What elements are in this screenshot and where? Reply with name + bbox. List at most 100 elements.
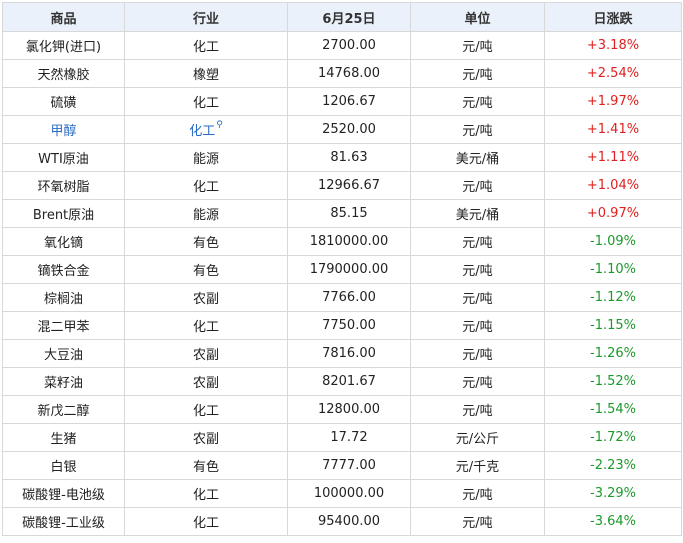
header-change: 日涨跌 <box>544 2 682 32</box>
change-cell: -1.72% <box>544 423 682 452</box>
industry-cell: 农副 <box>124 367 288 396</box>
table-row: 新戊二醇 化工 12800.00 元/吨 -1.54% <box>2 395 682 424</box>
price-cell: 17.72 <box>287 423 411 452</box>
industry-link-text[interactable]: 化工 <box>189 124 215 139</box>
change-cell: +0.97% <box>544 199 682 228</box>
price-cell: 100000.00 <box>287 479 411 508</box>
industry-cell: 农副 <box>124 339 288 368</box>
change-cell: -1.15% <box>544 311 682 340</box>
change-cell: -1.09% <box>544 227 682 256</box>
unit-cell: 美元/桶 <box>410 143 545 172</box>
price-cell: 1790000.00 <box>287 255 411 284</box>
product-cell: 棕榈油 <box>2 283 125 312</box>
product-cell: WTI原油 <box>2 143 125 172</box>
unit-cell: 元/吨 <box>410 31 545 60</box>
table-row: 镝铁合金 有色 1790000.00 元/吨 -1.10% <box>2 255 682 284</box>
industry-cell: 能源 <box>124 199 288 228</box>
header-unit: 单位 <box>410 2 545 32</box>
industry-cell: 化工 <box>124 311 288 340</box>
table-row: 氧化镝 有色 1810000.00 元/吨 -1.09% <box>2 227 682 256</box>
change-cell: +3.18% <box>544 31 682 60</box>
unit-cell: 元/吨 <box>410 395 545 424</box>
table-row: 碳酸锂-电池级 化工 100000.00 元/吨 -3.29% <box>2 479 682 508</box>
change-cell: -1.10% <box>544 255 682 284</box>
price-cell: 7766.00 <box>287 283 411 312</box>
product-cell: 天然橡胶 <box>2 59 125 88</box>
table-row: WTI原油 能源 81.63 美元/桶 +1.11% <box>2 143 682 172</box>
industry-cell: 有色 <box>124 227 288 256</box>
product-cell: 氧化镝 <box>2 227 125 256</box>
price-cell: 1206.67 <box>287 87 411 116</box>
unit-cell: 元/吨 <box>410 479 545 508</box>
product-cell: 菜籽油 <box>2 367 125 396</box>
table-row: 棕榈油 农副 7766.00 元/吨 -1.12% <box>2 283 682 312</box>
header-product: 商品 <box>2 2 125 32</box>
price-cell: 14768.00 <box>287 59 411 88</box>
unit-cell: 元/吨 <box>410 227 545 256</box>
table-row: 硫磺 化工 1206.67 元/吨 +1.97% <box>2 87 682 116</box>
product-cell: 硫磺 <box>2 87 125 116</box>
header-row: 商品 行业 6月25日 单位 日涨跌 <box>2 2 682 32</box>
table-row: 甲醇 化工⚲ 2520.00 元/吨 +1.41% <box>2 115 682 144</box>
change-cell: +2.54% <box>544 59 682 88</box>
change-cell: -3.64% <box>544 507 682 536</box>
unit-cell: 元/吨 <box>410 115 545 144</box>
header-date: 6月25日 <box>287 2 411 32</box>
change-cell: -1.26% <box>544 339 682 368</box>
table-row: 碳酸锂-工业级 化工 95400.00 元/吨 -3.64% <box>2 507 682 536</box>
unit-cell: 元/吨 <box>410 507 545 536</box>
change-cell: -1.54% <box>544 395 682 424</box>
table-row: 大豆油 农副 7816.00 元/吨 -1.26% <box>2 339 682 368</box>
unit-cell: 元/吨 <box>410 339 545 368</box>
commodity-table-container: 商品 行业 6月25日 单位 日涨跌 氯化钾(进口) 化工 2700.00 元/吨 +3… <box>2 2 682 536</box>
product-cell: 生猪 <box>2 423 125 452</box>
unit-cell: 美元/桶 <box>410 199 545 228</box>
product-cell: 大豆油 <box>2 339 125 368</box>
product-cell: 白银 <box>2 451 125 480</box>
change-cell: +1.97% <box>544 87 682 116</box>
table-row: 白银 有色 7777.00 元/千克 -2.23% <box>2 451 682 480</box>
product-cell: 混二甲苯 <box>2 311 125 340</box>
industry-cell: 有色 <box>124 255 288 284</box>
change-cell: +1.04% <box>544 171 682 200</box>
product-cell: 新戊二醇 <box>2 395 125 424</box>
industry-cell: 化工 <box>124 507 288 536</box>
unit-cell: 元/吨 <box>410 171 545 200</box>
industry-cell: 化工 <box>124 171 288 200</box>
product-cell[interactable]: 甲醇 <box>2 115 125 144</box>
unit-cell: 元/吨 <box>410 87 545 116</box>
change-cell: +1.41% <box>544 115 682 144</box>
industry-cell: 橡塑 <box>124 59 288 88</box>
commodity-price-table: 商品 行业 6月25日 单位 日涨跌 氯化钾(进口) 化工 2700.00 元/吨 +3… <box>2 2 682 536</box>
industry-cell: 化工 <box>124 31 288 60</box>
product-cell: 氯化钾(进口) <box>2 31 125 60</box>
industry-cell: 化工 <box>124 87 288 116</box>
unit-cell: 元/吨 <box>410 367 545 396</box>
change-cell: -2.23% <box>544 451 682 480</box>
industry-cell: 化工 <box>124 395 288 424</box>
table-row: 环氧树脂 化工 12966.67 元/吨 +1.04% <box>2 171 682 200</box>
price-cell: 85.15 <box>287 199 411 228</box>
price-cell: 2520.00 <box>287 115 411 144</box>
price-cell: 95400.00 <box>287 507 411 536</box>
table-row: 菜籽油 农副 8201.67 元/吨 -1.52% <box>2 367 682 396</box>
price-cell: 2700.00 <box>287 31 411 60</box>
header-industry: 行业 <box>124 2 288 32</box>
product-cell: 碳酸锂-工业级 <box>2 507 125 536</box>
change-cell: +1.11% <box>544 143 682 172</box>
table-header: 商品 行业 6月25日 单位 日涨跌 <box>2 2 682 32</box>
unit-cell: 元/吨 <box>410 255 545 284</box>
search-icon[interactable]: ⚲ <box>216 120 223 130</box>
industry-cell: 能源 <box>124 143 288 172</box>
table-body: 氯化钾(进口) 化工 2700.00 元/吨 +3.18% 天然橡胶 橡塑 14768.00 元… <box>2 31 682 536</box>
product-cell: 环氧树脂 <box>2 171 125 200</box>
unit-cell: 元/公斤 <box>410 423 545 452</box>
price-cell: 7777.00 <box>287 451 411 480</box>
product-cell: 碳酸锂-电池级 <box>2 479 125 508</box>
change-cell: -1.52% <box>544 367 682 396</box>
product-cell: Brent原油 <box>2 199 125 228</box>
industry-cell: 有色 <box>124 451 288 480</box>
industry-cell[interactable]: 化工⚲ <box>124 115 288 144</box>
unit-cell: 元/吨 <box>410 311 545 340</box>
price-cell: 7816.00 <box>287 339 411 368</box>
